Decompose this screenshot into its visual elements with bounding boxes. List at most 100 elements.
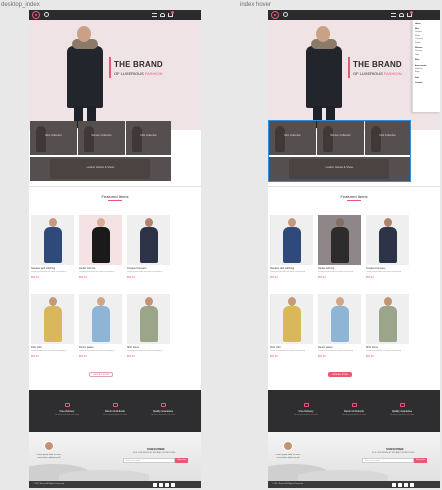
- product-card[interactable]: Denim jacket Lorem ipsum dolor sit amet …: [79, 294, 122, 358]
- product-image[interactable]: [127, 215, 170, 265]
- email-input[interactable]: Enter your email: [123, 458, 175, 463]
- product-name[interactable]: Jacket with zip: [318, 267, 361, 270]
- instagram-icon[interactable]: [165, 482, 169, 487]
- feature-description: Lorem ipsum dolor sit amet: [341, 414, 367, 416]
- features-strip: Free Delivery Lorem ipsum dolor sit amet…: [268, 390, 440, 432]
- view-all-button[interactable]: VIEW ALL ITEMS: [89, 372, 113, 377]
- product-image[interactable]: [79, 215, 122, 265]
- product-name[interactable]: Cropped trousers: [127, 267, 170, 270]
- product-price: $52.00: [270, 354, 278, 358]
- product-price: $52.00: [31, 354, 39, 358]
- hero-model-image: [55, 24, 115, 130]
- menu-icon[interactable]: [152, 13, 157, 17]
- menu-icon[interactable]: [391, 13, 396, 17]
- twitter-icon[interactable]: [159, 482, 163, 487]
- featured-title: Featured Items: [340, 194, 368, 199]
- product-name[interactable]: Sweater with stitching: [270, 267, 313, 270]
- menu-item[interactable]: Contact: [413, 81, 440, 84]
- subscribe-text: FOR OUR NEWSLETTER AND PROMOTIONS: [372, 452, 415, 454]
- feature-title: Free Delivery: [59, 410, 75, 413]
- feature-item: Free Delivery Lorem ipsum dolor sit amet: [47, 403, 87, 416]
- brand-logo[interactable]: [32, 11, 40, 19]
- footer: Lorem ipsum dolor sit amet, consectetur …: [268, 432, 440, 488]
- user-icon[interactable]: [160, 13, 165, 17]
- product-name[interactable]: Denim jacket: [318, 346, 361, 349]
- product-card[interactable]: Shirt dress Lorem ipsum dolor sit amet c…: [366, 294, 409, 358]
- pinterest-icon[interactable]: [410, 482, 414, 487]
- view-all-button[interactable]: VIEW ALL ITEMS: [328, 372, 352, 377]
- product-image[interactable]: [270, 215, 313, 265]
- instagram-icon[interactable]: [404, 482, 408, 487]
- product-card[interactable]: Polo shirt Lorem ipsum dolor sit amet co…: [31, 294, 74, 358]
- search-icon[interactable]: [283, 12, 288, 17]
- product-price: $52.00: [79, 354, 87, 358]
- pinterest-icon[interactable]: [171, 482, 175, 487]
- user-icon[interactable]: [399, 13, 404, 17]
- email-input[interactable]: Enter your email: [362, 458, 414, 463]
- menu-item[interactable]: Kids: [413, 59, 440, 62]
- facebook-icon[interactable]: [153, 482, 157, 487]
- model-body: [282, 306, 301, 342]
- product-image[interactable]: [318, 215, 361, 265]
- collection-tile-men[interactable]: Men Collection: [30, 121, 77, 155]
- product-image[interactable]: [318, 294, 361, 344]
- truck-icon: [64, 403, 70, 407]
- menu-item[interactable]: Shoes: [413, 41, 440, 44]
- product-image[interactable]: [366, 215, 409, 265]
- product-name[interactable]: Sweater with stitching: [31, 267, 74, 270]
- menu-item[interactable]: Tops: [413, 53, 440, 56]
- subscribe-button[interactable]: Subscribe: [175, 458, 188, 463]
- product-card[interactable]: Shirt dress Lorem ipsum dolor sit amet c…: [127, 294, 170, 358]
- feature-title: Return & Refunds: [105, 410, 125, 413]
- product-price: $52.00: [31, 275, 39, 279]
- menu-item[interactable]: Home: [413, 22, 440, 25]
- product-image[interactable]: [31, 294, 74, 344]
- subscribe-title: SUBSCRIBE: [147, 447, 165, 451]
- product-card[interactable]: Cropped trousers Lorem ipsum dolor sit a…: [127, 215, 170, 279]
- search-icon[interactable]: [44, 12, 49, 17]
- product-name[interactable]: Shirt dress: [127, 346, 170, 349]
- collection-tile-women[interactable]: Women Collection: [78, 121, 125, 155]
- collection-tile-kids[interactable]: Kids Collection: [126, 121, 171, 155]
- tile-label: Kids Collection: [140, 134, 157, 137]
- model-body: [330, 227, 349, 263]
- feature-description: Lorem ipsum dolor sit amet: [150, 414, 176, 416]
- product-card[interactable]: Jacket with zip Lorem ipsum dolor sit am…: [79, 215, 122, 279]
- product-image[interactable]: [270, 294, 313, 344]
- product-name[interactable]: Polo shirt: [270, 346, 313, 349]
- product-image[interactable]: [127, 294, 170, 344]
- product-card[interactable]: Sweater with stitching Lorem ipsum dolor…: [270, 215, 313, 279]
- subscribe-text: FOR OUR NEWSLETTER AND PROMOTIONS: [133, 452, 176, 454]
- product-price: $52.00: [127, 354, 135, 358]
- product-name[interactable]: Jacket with zip: [79, 267, 122, 270]
- product-description: Lorem ipsum dolor sit amet consectetur: [127, 271, 163, 273]
- model-body: [378, 227, 397, 263]
- subscribe-button[interactable]: Subscribe: [414, 458, 427, 463]
- product-card[interactable]: Sweater with stitching Lorem ipsum dolor…: [31, 215, 74, 279]
- feature-description: Lorem ipsum dolor sit amet: [102, 414, 128, 416]
- brand-logo[interactable]: [271, 11, 279, 19]
- facebook-icon[interactable]: [392, 482, 396, 487]
- product-card[interactable]: Polo shirt Lorem ipsum dolor sit amet co…: [270, 294, 313, 358]
- collection-tile-leather[interactable]: Leather Jackets & Shoes: [30, 157, 171, 181]
- copyright-text: © 2017 Brand. All Rights Reserved: [272, 483, 303, 485]
- menu-item[interactable]: Bags: [413, 71, 440, 74]
- product-card[interactable]: Jacket with zip Lorem ipsum dolor sit am…: [318, 215, 361, 279]
- model-head: [287, 218, 296, 227]
- footer: Lorem ipsum dolor sit amet, consectetur …: [29, 432, 201, 488]
- product-image[interactable]: [79, 294, 122, 344]
- cart-badge: [171, 11, 174, 14]
- menu-item[interactable]: Sale: [413, 76, 440, 79]
- product-name[interactable]: Cropped trousers: [366, 267, 409, 270]
- model-head: [383, 297, 392, 306]
- product-image[interactable]: [31, 215, 74, 265]
- product-name[interactable]: Denim jacket: [79, 346, 122, 349]
- product-card[interactable]: Cropped trousers Lorem ipsum dolor sit a…: [366, 215, 409, 279]
- hero-title: THE BRAND: [353, 60, 402, 69]
- product-name[interactable]: Polo shirt: [31, 346, 74, 349]
- twitter-icon[interactable]: [398, 482, 402, 487]
- product-card[interactable]: Denim jacket Lorem ipsum dolor sit amet …: [318, 294, 361, 358]
- product-image[interactable]: [366, 294, 409, 344]
- product-description: Lorem ipsum dolor sit amet consectetur: [366, 350, 402, 352]
- product-name[interactable]: Shirt dress: [366, 346, 409, 349]
